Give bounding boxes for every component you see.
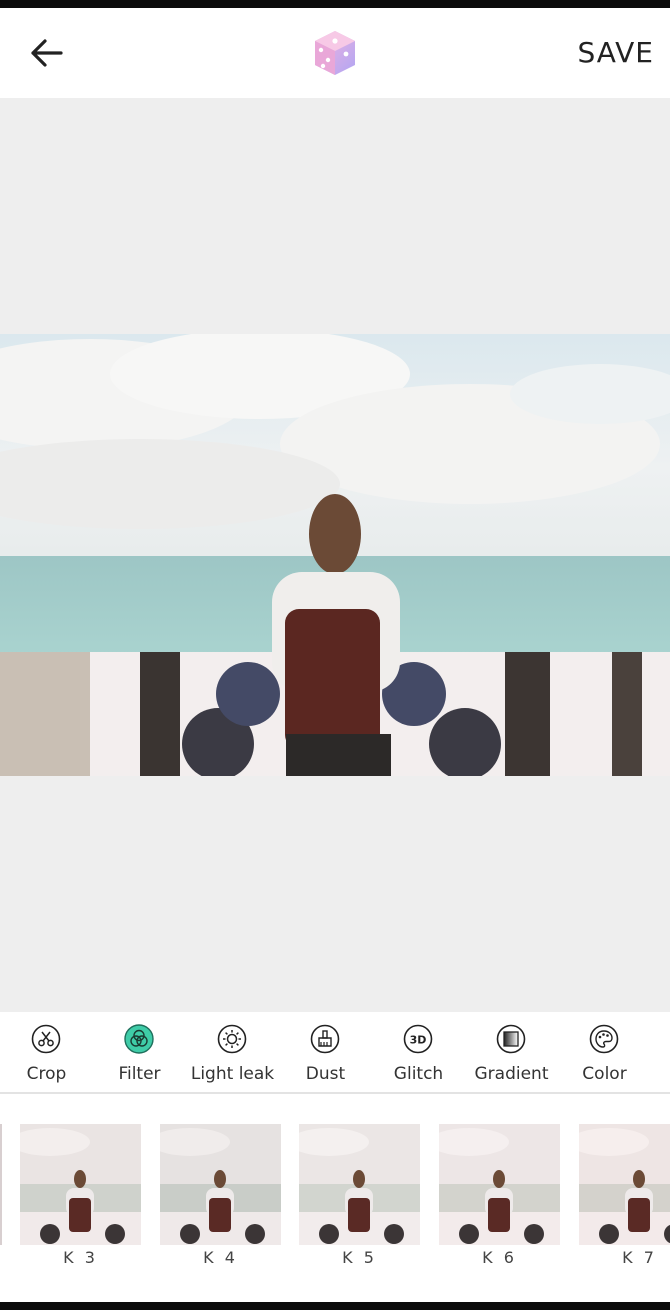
- filter-strip: K 3 K 4 K 5 K 6 K 7: [0, 1094, 670, 1302]
- navigation-bar: [0, 1302, 670, 1310]
- filter-icon: [124, 1024, 154, 1054]
- filter-label: K 4: [203, 1248, 238, 1267]
- svg-text:3D: 3D: [410, 1034, 427, 1047]
- filter-label: K 3: [63, 1248, 98, 1267]
- filter-thumb-k4[interactable]: [160, 1124, 281, 1245]
- filter-label: K 7: [622, 1248, 657, 1267]
- arrow-left-icon: [31, 39, 63, 67]
- filter-label: K 6: [482, 1248, 517, 1267]
- filter-thumb-partial[interactable]: [0, 1124, 2, 1245]
- scissors-icon: [31, 1024, 61, 1054]
- tool-color[interactable]: Color: [558, 1012, 651, 1092]
- status-bar: [0, 0, 670, 8]
- sun-icon: [217, 1024, 247, 1054]
- save-button[interactable]: SAVE: [577, 36, 654, 69]
- tool-light-leak[interactable]: Light leak: [186, 1012, 279, 1092]
- photo-preview: [0, 334, 670, 776]
- dice-icon: [315, 31, 355, 75]
- top-app-bar: SAVE: [0, 8, 670, 98]
- 3d-icon: 3D: [403, 1024, 433, 1054]
- palette-icon: [589, 1024, 619, 1054]
- tool-filter[interactable]: Filter: [93, 1012, 186, 1092]
- filter-thumb-k7[interactable]: [579, 1124, 670, 1245]
- editor-canvas: [0, 98, 670, 1012]
- filter-thumb-k3[interactable]: [20, 1124, 141, 1245]
- gradient-icon: [496, 1024, 526, 1054]
- tool-label: Color: [582, 1064, 627, 1084]
- tool-gradient[interactable]: Gradient: [465, 1012, 558, 1092]
- tool-glitch[interactable]: 3D Glitch: [372, 1012, 465, 1092]
- edit-tools-bar: Crop Filter Light leak Dust 3D Glitch Gr…: [0, 1012, 670, 1092]
- tool-crop[interactable]: Crop: [0, 1012, 93, 1092]
- filter-thumb-k6[interactable]: [439, 1124, 560, 1245]
- filter-thumb-k5[interactable]: [299, 1124, 420, 1245]
- filter-label: K 5: [342, 1248, 377, 1267]
- brush-icon: [310, 1024, 340, 1054]
- back-button[interactable]: [26, 32, 68, 74]
- tool-dust[interactable]: Dust: [279, 1012, 372, 1092]
- random-dice-button[interactable]: [310, 28, 360, 78]
